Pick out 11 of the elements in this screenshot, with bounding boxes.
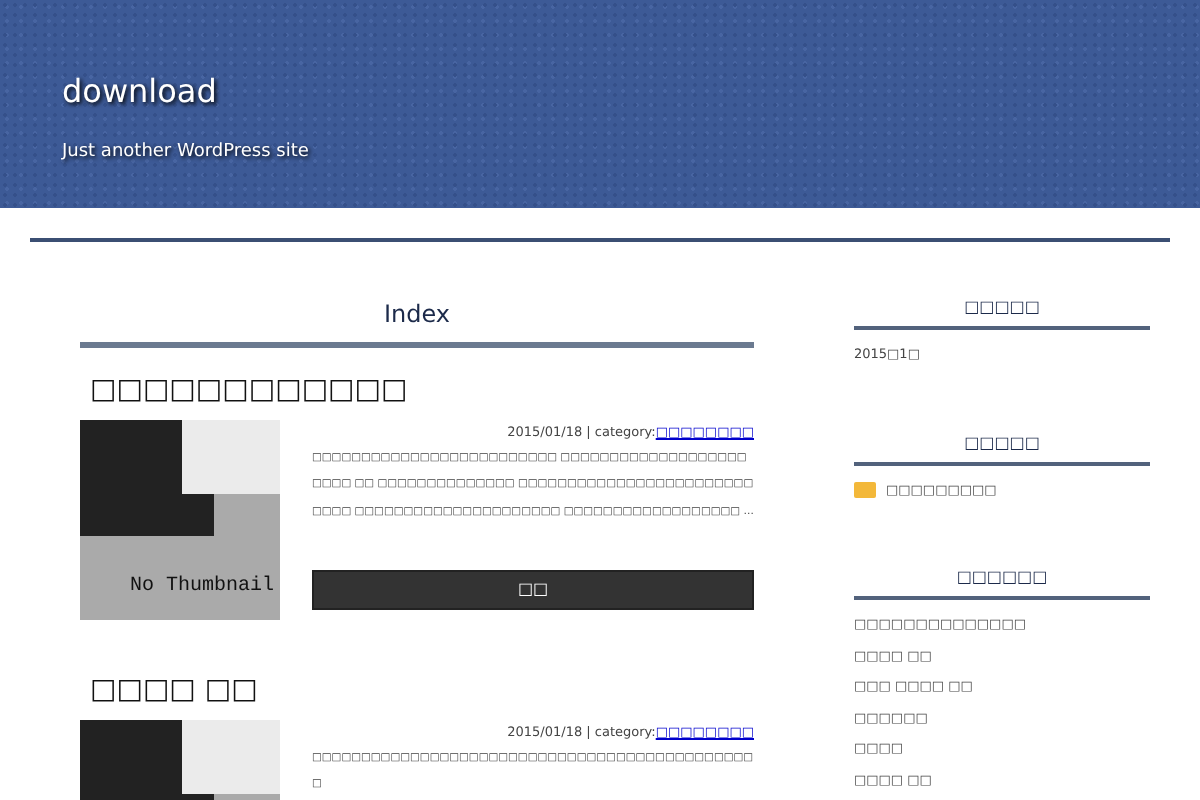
read-more-button[interactable]: □□ bbox=[312, 570, 754, 611]
widget-heading: □□□□□ bbox=[854, 296, 1150, 330]
site-tagline: Just another WordPress site bbox=[62, 140, 311, 166]
thumbnail-label: No Thumbnail bbox=[129, 573, 274, 602]
post-title[interactable]: □□□□□□□□□□□□ bbox=[90, 372, 754, 408]
post-title[interactable]: □□□□ □□ bbox=[90, 672, 754, 708]
folder-icon bbox=[854, 481, 876, 498]
section-heading: Index bbox=[80, 296, 754, 348]
widget-heading: □□□□□□ bbox=[854, 566, 1150, 600]
site-title[interactable]: download bbox=[62, 72, 1200, 112]
widget-heading: □□□□□ bbox=[854, 431, 1150, 465]
